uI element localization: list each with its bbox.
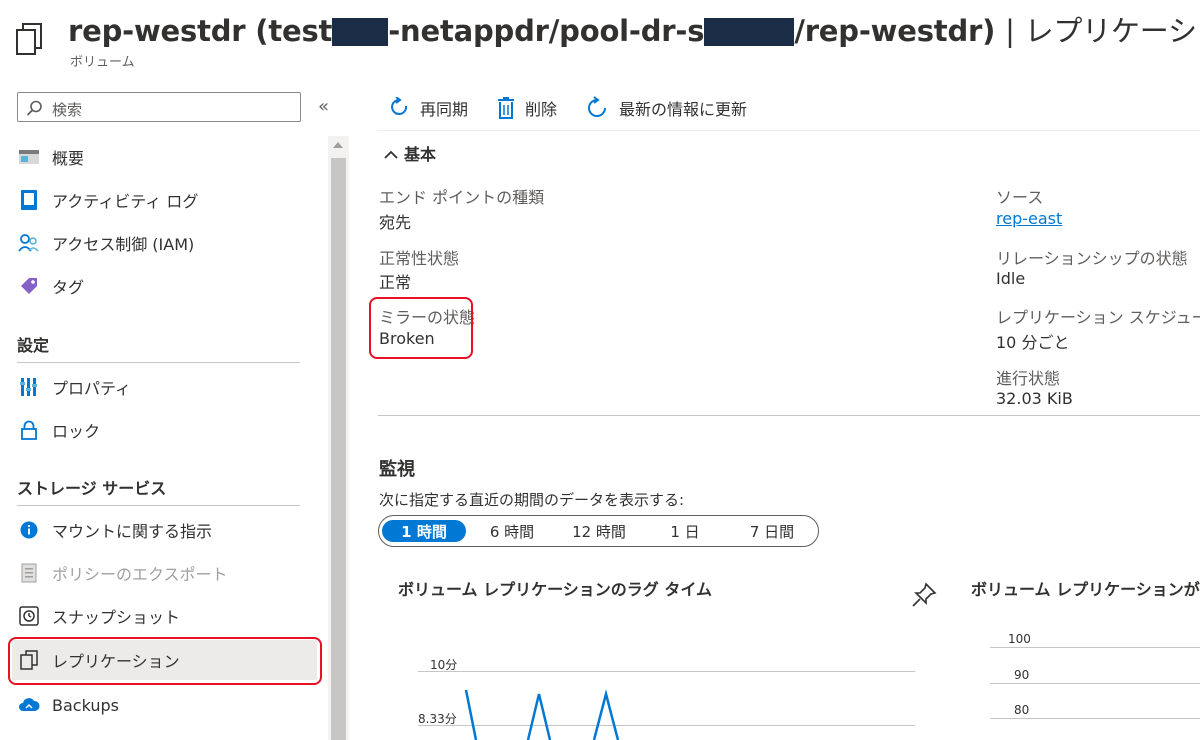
redacted-block [704, 18, 795, 46]
backups-icon [18, 694, 40, 716]
resync-button[interactable]: 再同期 [390, 94, 468, 122]
page-subtitle: ボリューム [70, 55, 135, 70]
sidebar-item-label: マウントに関する指示 [52, 522, 213, 541]
time-range-6h[interactable]: 6 時間 [476, 520, 548, 542]
health-status-value: 正常 [379, 273, 412, 292]
overview-icon [18, 146, 40, 168]
sidebar-item-label: ロック [52, 422, 101, 441]
source-link[interactable]: rep-east [996, 209, 1062, 228]
scroll-up-arrow-icon[interactable] [333, 142, 343, 148]
relationship-status-value: Idle [996, 269, 1026, 288]
delete-button[interactable]: 削除 [497, 94, 557, 122]
lock-icon [18, 419, 40, 441]
time-range-1d[interactable]: 1 日 [656, 520, 714, 542]
essentials-toggle[interactable]: 基本 [384, 141, 436, 165]
sidebar-item-label: プロパティ [52, 379, 132, 398]
transfer-chart-title: ボリューム レプリケーションが転送 [971, 580, 1200, 599]
chart1-gridline [418, 671, 915, 672]
chart-series-line [592, 689, 620, 740]
search-icon [26, 100, 42, 116]
highlight-box-replication [8, 637, 322, 685]
delete-icon [498, 97, 514, 119]
pin-icon[interactable] [911, 582, 937, 612]
chevron-up-icon [384, 150, 398, 159]
relationship-status-label: リレーションシップの状態 [996, 249, 1188, 268]
sidebar-item-label: アクセス制御 (IAM) [52, 235, 195, 254]
divider [17, 505, 300, 506]
sidebar-scrollbar-thumb[interactable] [331, 158, 346, 740]
monitoring-subtitle: 次に指定する直近の期間のデータを表示する: [379, 491, 685, 509]
lag-time-chart-line [464, 689, 620, 740]
sidebar-item-snapshots[interactable]: スナップショット [12, 596, 317, 636]
progress-label: 進行状態 [996, 369, 1061, 388]
divider [17, 362, 300, 363]
source-label: ソース [996, 188, 1044, 207]
sidebar-item-label: スナップショット [52, 608, 181, 627]
delete-label: 削除 [525, 100, 558, 119]
chart2-gridline [990, 683, 1200, 684]
sidebar-item-locks[interactable]: ロック [12, 410, 317, 450]
chart2-gridline [990, 718, 1200, 719]
sidebar-item-iam[interactable]: アクセス制御 (IAM) [12, 223, 317, 263]
monitoring-heading: 監視 [379, 459, 415, 480]
section-settings: 設定 [17, 336, 50, 355]
highlight-box-mirror-state [369, 297, 473, 359]
sidebar-item-label: アクティビティ ログ [52, 192, 199, 211]
replication-page-icon [14, 22, 44, 56]
chart2-tick-label: 100 [1008, 632, 1031, 646]
sidebar-item-export-policy[interactable]: ポリシーのエクスポート [12, 553, 317, 593]
replication-schedule-value: 10 分ごと [996, 333, 1070, 352]
refresh-label: 最新の情報に更新 [619, 100, 748, 119]
search-input[interactable]: 検索 [17, 92, 301, 122]
search-placeholder: 検索 [52, 101, 83, 119]
page-title: rep-westdr (test -netappdr/pool-dr-s/rep-… [68, 14, 1200, 48]
activity-log-icon [18, 189, 40, 211]
section-storage-service: ストレージ サービス [17, 479, 167, 498]
toolbar-divider [378, 130, 1200, 131]
time-range-7d[interactable]: 7 日間 [730, 520, 814, 542]
resync-label: 再同期 [420, 100, 469, 119]
export-policy-icon [18, 562, 40, 584]
chart-series-line [526, 693, 552, 740]
chart-series-line [464, 689, 478, 740]
iam-icon [18, 232, 40, 254]
sidebar-item-label: タグ [52, 278, 85, 297]
chart2-gridline [990, 647, 1200, 648]
sidebar-item-backups[interactable]: Backups [12, 685, 317, 725]
essentials-divider [378, 415, 1200, 416]
sidebar-item-properties[interactable]: プロパティ [12, 367, 317, 407]
sidebar-item-tags[interactable]: タグ [12, 266, 317, 306]
sidebar-item-activity-log[interactable]: アクティビティ ログ [12, 180, 317, 220]
properties-icon [18, 376, 40, 398]
chart2-tick-label: 90 [1014, 668, 1030, 682]
refresh-button[interactable]: 最新の情報に更新 [585, 94, 747, 122]
chart2-tick-label: 80 [1014, 703, 1030, 717]
collapse-sidebar-button[interactable]: « [318, 96, 329, 117]
replication-schedule-label: レプリケーション スケジュール [996, 308, 1200, 327]
refresh-icon [588, 96, 606, 117]
sidebar-item-label: 概要 [52, 149, 85, 168]
info-icon [18, 519, 40, 541]
snapshot-icon [18, 605, 40, 627]
redacted-block [332, 18, 389, 46]
sidebar-item-overview[interactable]: 概要 [12, 137, 317, 177]
resync-icon [391, 97, 408, 115]
sidebar-item-label: ポリシーのエクスポート [52, 565, 228, 584]
progress-value: 32.03 KiB [996, 389, 1073, 408]
time-range-12h[interactable]: 12 時間 [558, 520, 640, 542]
health-status-label: 正常性状態 [379, 249, 460, 268]
essentials-heading: 基本 [404, 145, 437, 164]
lag-time-chart-title: ボリューム レプリケーションのラグ タイム [398, 580, 713, 599]
sidebar-item-label: Backups [52, 695, 119, 715]
tag-icon [18, 275, 40, 297]
endpoint-type-value: 宛先 [379, 213, 412, 232]
sidebar-item-mount-instructions[interactable]: マウントに関する指示 [12, 510, 317, 550]
endpoint-type-label: エンド ポイントの種類 [379, 188, 545, 207]
time-range-1h[interactable]: 1 時間 [382, 520, 466, 542]
